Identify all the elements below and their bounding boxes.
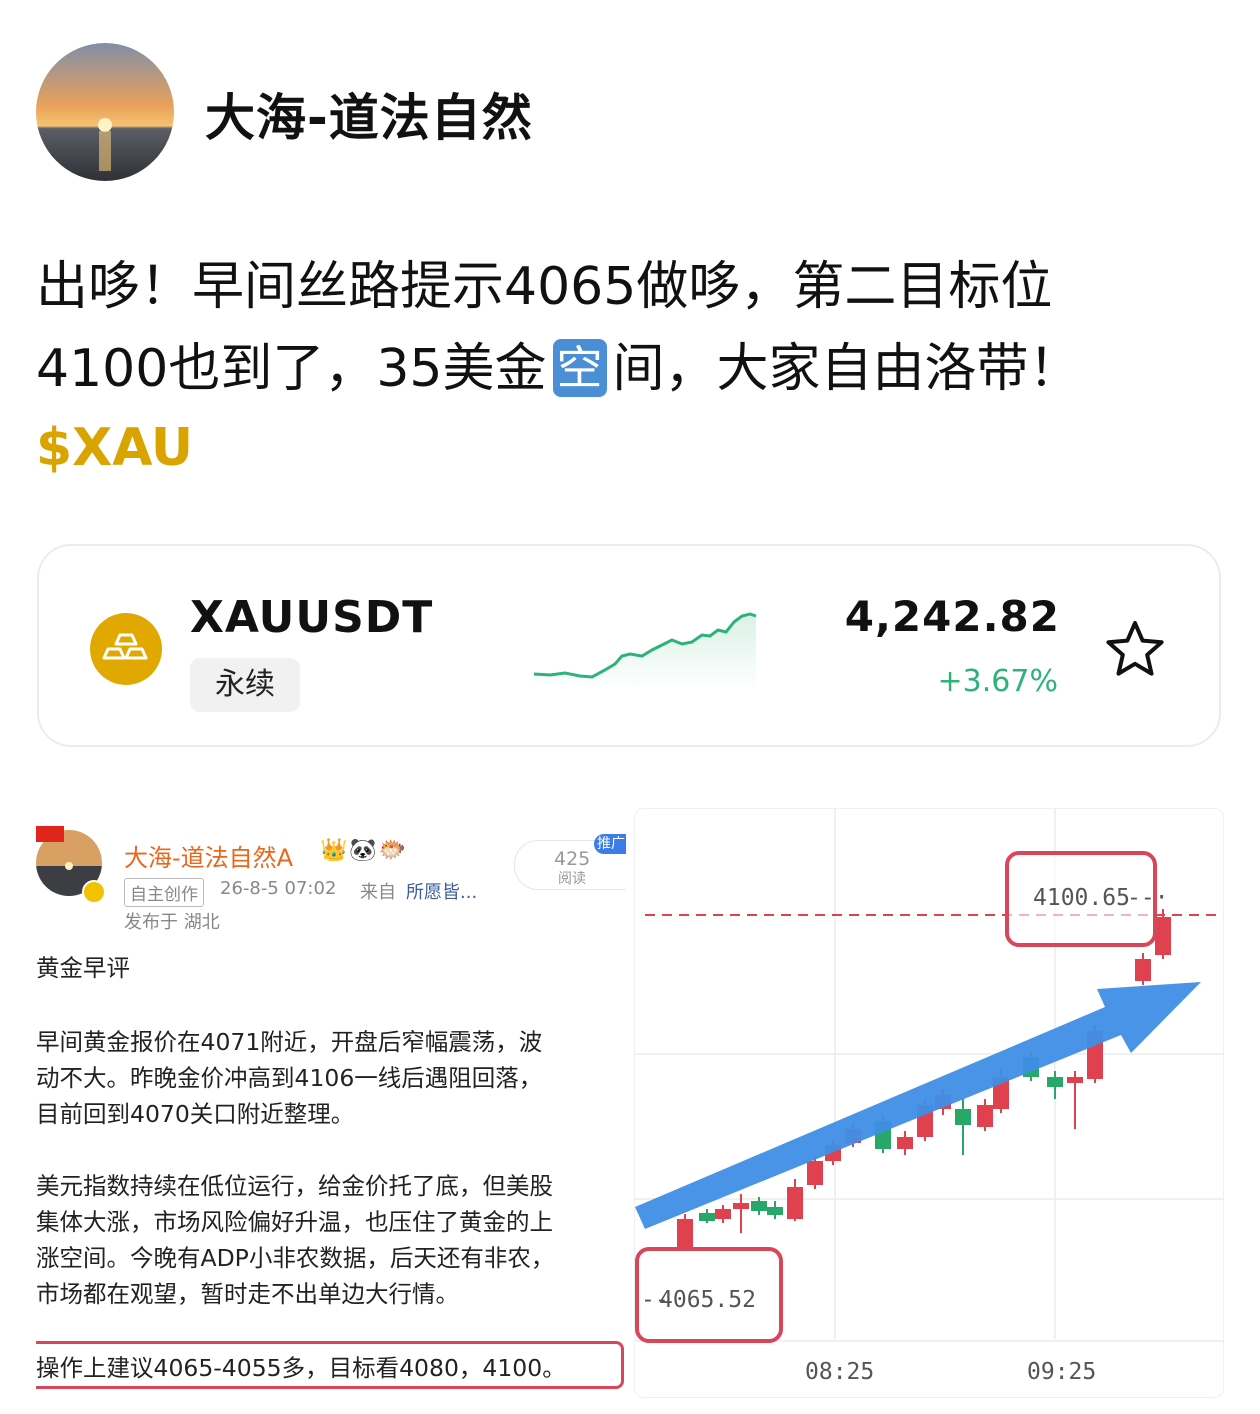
candle-body xyxy=(767,1207,783,1215)
paragraph-line: 动不大。昨晚金价冲高到4106一线后遇阻回落， xyxy=(36,1064,543,1092)
candlestick-chart-screenshot[interactable]: 4100.65 --· -- 4065.52 08:25 09:25 xyxy=(634,808,1224,1398)
post-time: 26-8-5 07:02 xyxy=(220,878,337,899)
paragraph-line: 涨空间。今晚有ADP小非农数据，后天还有非农， xyxy=(36,1244,555,1272)
author-avatar[interactable] xyxy=(36,43,174,181)
ticker-price: 4,242.82 xyxy=(844,592,1060,641)
paragraph-line: 美元指数持续在低位运行，给金价托了底，但美股 xyxy=(36,1172,553,1200)
embedded-heading: 黄金早评 xyxy=(36,954,130,982)
star-outline-icon[interactable] xyxy=(1104,619,1166,681)
source-link: 所愿皆... xyxy=(406,882,478,903)
ticker-change: +3.67% xyxy=(937,664,1058,699)
contract-type-badge: 永续 xyxy=(190,658,300,712)
post-location: 发布于 湖北 xyxy=(124,912,220,933)
gold-bars-icon xyxy=(90,613,162,685)
cashtag-link[interactable]: $XAU xyxy=(36,418,193,478)
candle-body xyxy=(897,1137,913,1149)
ticker-symbol: XAUUSDT xyxy=(190,592,434,643)
advice-highlight-box xyxy=(36,1341,624,1389)
candle-body xyxy=(955,1109,971,1125)
promo-badge: 推广 xyxy=(594,834,626,854)
post-text: 出哆！早间丝路提示4065做哆，第二目标位 4100也到了，35美金空间，大家自… xyxy=(36,246,1226,410)
x-axis-label: 08:25 xyxy=(805,1359,874,1385)
candle-body xyxy=(977,1105,993,1127)
verified-badge-icon xyxy=(82,880,106,904)
candle-body xyxy=(1047,1077,1063,1087)
candle-body xyxy=(807,1161,823,1185)
post-line-2: 4100也到了，35美金空间，大家自由洛带！ xyxy=(36,339,1081,399)
svg-text:--·: --· xyxy=(1127,885,1169,911)
candle-body xyxy=(733,1203,749,1209)
low-price-label: 4065.52 xyxy=(659,1287,756,1313)
reads-label: 阅读 xyxy=(558,871,586,887)
price-sparkline xyxy=(533,612,757,690)
author-name[interactable]: 大海-道法自然 xyxy=(205,78,533,150)
candle-body xyxy=(1155,917,1171,955)
flag-icon xyxy=(36,826,64,842)
candle-body xyxy=(1135,959,1151,981)
candles xyxy=(677,909,1171,1249)
paragraph-line: 集体大涨，市场风险偏好升温，也压住了黄金的上 xyxy=(36,1208,553,1236)
reads-count: 425 xyxy=(554,848,591,870)
high-price-label: 4100.65 xyxy=(1033,885,1130,911)
paragraph-line: 市场都在观望，暂时走不出单边大行情。 xyxy=(36,1280,459,1308)
candle-body xyxy=(787,1187,803,1219)
candle-body xyxy=(677,1219,693,1247)
original-badge: 自主创作 xyxy=(124,878,204,907)
embedded-author-name: 大海-道法自然A xyxy=(124,844,294,872)
source-prefix: 来自 xyxy=(360,882,396,903)
candle-body xyxy=(715,1209,731,1219)
candlestick-chart: 4100.65 --· -- 4065.52 08:25 09:25 xyxy=(635,809,1223,1385)
candle-body xyxy=(751,1201,767,1211)
paragraph-line: 早间黄金报价在4071附近，开盘后窄幅震荡，波 xyxy=(36,1028,543,1056)
empty-emoji-icon: 空 xyxy=(552,339,607,397)
post-line-1: 出哆！早间丝路提示4065做哆，第二目标位 xyxy=(36,257,1053,317)
candle-body xyxy=(699,1213,715,1221)
badge-emojis: 👑🐼🐡 xyxy=(320,838,409,863)
paragraph-line: 目前回到4070关口附近整理。 xyxy=(36,1100,355,1128)
trend-arrow-icon xyxy=(635,982,1201,1229)
x-axis-label: 09:25 xyxy=(1027,1359,1096,1385)
embedded-post-screenshot[interactable]: 大海-道法自然A 👑🐼🐡 自主创作 26-8-5 07:02 来自 所愿皆...… xyxy=(36,808,626,1398)
candle-body xyxy=(1067,1077,1083,1083)
